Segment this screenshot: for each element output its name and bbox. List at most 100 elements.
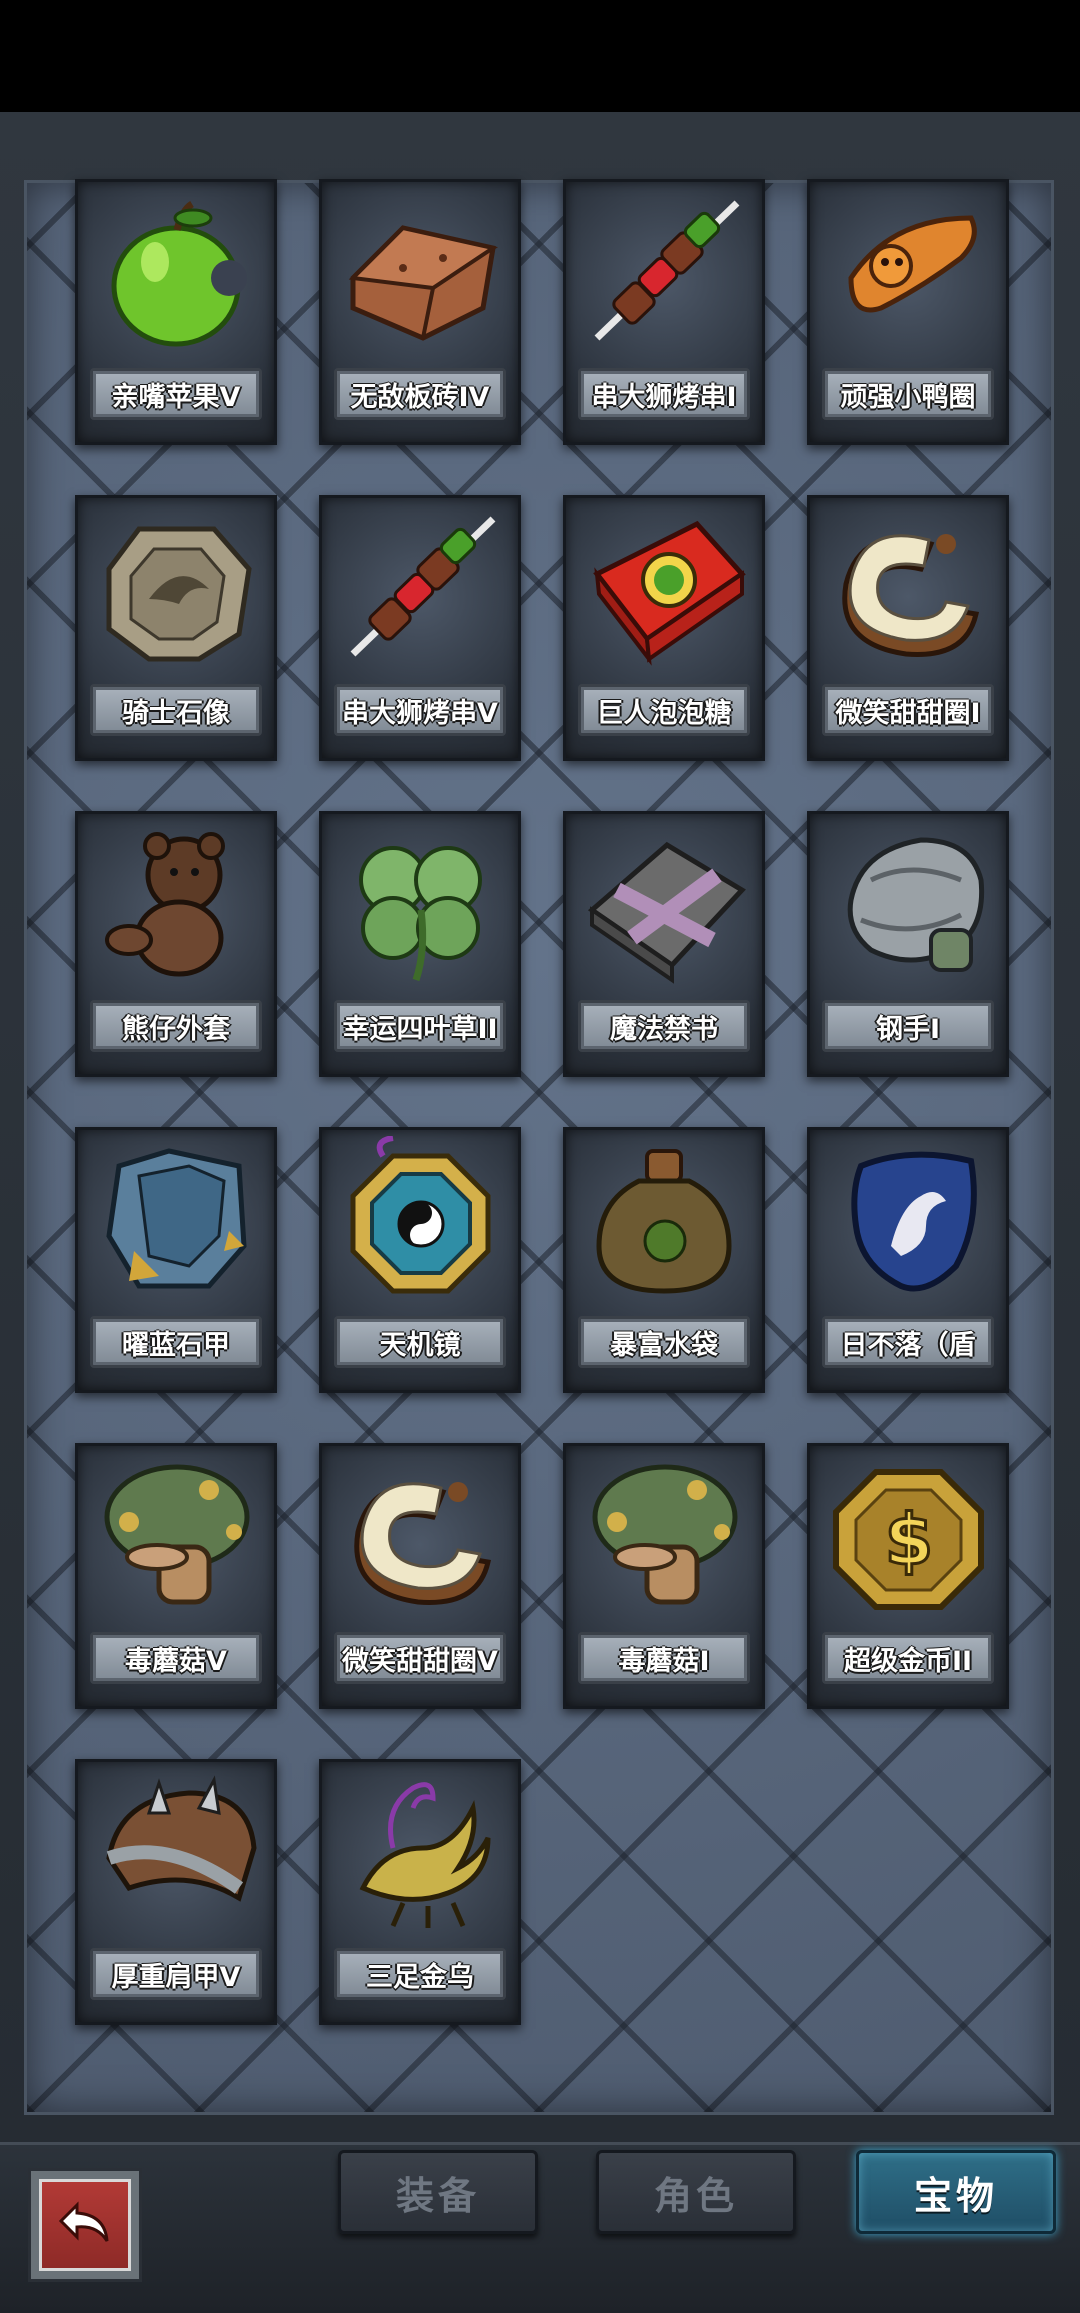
- item-card[interactable]: 串大狮烤串V: [319, 495, 521, 761]
- item-name-plate: 无敌板砖IV: [334, 368, 506, 420]
- item-name: 亲嘴苹果V: [111, 381, 241, 413]
- item-card[interactable]: 无敌板砖IV: [319, 179, 521, 445]
- shield-icon: [851, 1151, 977, 1292]
- steel-gauntlet-icon: [847, 837, 985, 972]
- item-name-plate: 串大狮烤串V: [334, 684, 506, 736]
- item-card[interactable]: 亲嘴苹果V: [75, 179, 277, 445]
- item-name: 微笑甜甜圈I: [835, 697, 981, 729]
- item-name: 日不落（盾: [840, 1329, 976, 1361]
- item-name-plate: 亲嘴苹果V: [90, 368, 262, 420]
- item-name: 厚重肩甲V: [111, 1961, 241, 1993]
- donut-icon: [354, 1482, 492, 1605]
- blue-armor-icon: [106, 1148, 247, 1289]
- item-card[interactable]: 厚重肩甲V: [75, 1759, 277, 2025]
- item-card[interactable]: 毒蘑菇V: [75, 1443, 277, 1709]
- item-name: 骑士石像: [122, 697, 230, 729]
- item-card[interactable]: 天机镜: [319, 1127, 521, 1393]
- item-card[interactable]: 串大狮烤串I: [563, 179, 765, 445]
- tab-label: 角色: [653, 2173, 738, 2218]
- item-card[interactable]: 毒蘑菇I: [563, 1443, 765, 1709]
- item-name: 毒蘑菇I: [618, 1645, 710, 1677]
- item-card[interactable]: $ 超级金币II: [807, 1443, 1009, 1709]
- svg-text:$: $: [885, 1499, 934, 1581]
- item-name: 毒蘑菇V: [125, 1645, 227, 1677]
- item-card[interactable]: 微笑甜甜圈I: [807, 495, 1009, 761]
- item-name: 微笑甜甜圈V: [342, 1645, 498, 1677]
- back-button[interactable]: [28, 2168, 142, 2282]
- item-name-plate: 曜蓝石甲: [90, 1316, 262, 1368]
- item-card[interactable]: 微笑甜甜圈V: [319, 1443, 521, 1709]
- poison-mushroom-icon: [104, 1464, 250, 1605]
- back-arrow-icon: [58, 2201, 109, 2242]
- item-card[interactable]: 巨人泡泡糖: [563, 495, 765, 761]
- item-name-plate: 毒蘑菇I: [578, 1632, 750, 1684]
- item-name: 串大狮烤串V: [342, 697, 498, 729]
- item-name-plate: 超级金币II: [822, 1632, 994, 1684]
- item-name: 超级金币II: [843, 1645, 973, 1677]
- item-card[interactable]: 暴富水袋: [563, 1127, 765, 1393]
- item-name-plate: 魔法禁书: [578, 1000, 750, 1052]
- water-pouch-icon: [596, 1149, 732, 1294]
- tab-character[interactable]: 角色: [596, 2150, 796, 2234]
- item-name: 曜蓝石甲: [122, 1329, 230, 1361]
- item-card[interactable]: 三足金乌: [319, 1759, 521, 2025]
- item-name-plate: 毒蘑菇V: [90, 1632, 262, 1684]
- tab-equipment[interactable]: 装备: [338, 2150, 538, 2234]
- teddy-bear-icon: [105, 832, 225, 977]
- tab-label: 宝物: [913, 2173, 998, 2218]
- kebab-icon: [594, 200, 740, 341]
- duck-ring-icon: [848, 215, 977, 313]
- item-card[interactable]: 曜蓝石甲: [75, 1127, 277, 1393]
- item-card[interactable]: 顽强小鸭圈: [807, 179, 1009, 445]
- item-name: 无敌板砖IV: [350, 381, 490, 413]
- item-name-plate: 钢手I: [822, 1000, 994, 1052]
- bubble-gum-box-icon: [593, 520, 746, 666]
- brick-icon: [348, 225, 499, 341]
- four-leaf-clover-icon: [359, 846, 482, 982]
- item-name-plate: 顽强小鸭圈: [822, 368, 994, 420]
- kebab-icon: [350, 516, 496, 657]
- donut-icon: [842, 534, 980, 657]
- item-name-plate: 幸运四叶草II: [334, 1000, 506, 1052]
- item-name-plate: 暴富水袋: [578, 1316, 750, 1368]
- item-name-plate: 串大狮烤串I: [578, 368, 750, 420]
- item-name-plate: 巨人泡泡糖: [578, 684, 750, 736]
- item-card[interactable]: 日不落（盾: [807, 1127, 1009, 1393]
- item-name-plate: 三足金乌: [334, 1948, 506, 2000]
- poison-mushroom-icon: [592, 1464, 738, 1605]
- knight-stone-tablet-icon: [106, 526, 252, 662]
- item-name: 巨人泡泡糖: [596, 697, 732, 729]
- item-card[interactable]: 钢手I: [807, 811, 1009, 1077]
- spiked-pauldron-icon: [106, 1775, 257, 1902]
- golden-crow-icon: [359, 1782, 491, 1928]
- item-name: 串大狮烤串I: [591, 381, 737, 413]
- treasure-grid-panel[interactable]: 亲嘴苹果V 无敌板砖IV 串大狮烤串I 顽强小鸭圈 骑士石像 串大狮烤串V 巨人…: [24, 179, 1054, 2115]
- green-apple-icon: [111, 200, 247, 347]
- item-name-plate: 骑士石像: [90, 684, 262, 736]
- back-button-face[interactable]: [39, 2179, 131, 2271]
- tab-label: 装备: [395, 2173, 480, 2218]
- item-card[interactable]: 幸运四叶草II: [319, 811, 521, 1077]
- item-name: 幸运四叶草II: [342, 1013, 498, 1045]
- bagua-mirror-icon: [350, 1136, 491, 1294]
- tab-treasure[interactable]: 宝物: [856, 2150, 1056, 2234]
- item-name-plate: 微笑甜甜圈I: [822, 684, 994, 736]
- item-name: 钢手I: [875, 1013, 941, 1045]
- item-name-plate: 微笑甜甜圈V: [334, 1632, 506, 1684]
- item-name-plate: 厚重肩甲V: [90, 1948, 262, 2000]
- status-bar: [0, 0, 1080, 112]
- item-card[interactable]: 魔法禁书: [563, 811, 765, 1077]
- item-name: 魔法禁书: [610, 1013, 718, 1045]
- gold-coin-icon: $: [833, 1469, 984, 1610]
- item-name-plate: 天机镜: [334, 1316, 506, 1368]
- item-name: 顽强小鸭圈: [840, 381, 976, 413]
- forbidden-book-icon: [587, 841, 746, 984]
- item-name: 熊仔外套: [122, 1013, 230, 1045]
- item-name-plate: 日不落（盾: [822, 1316, 994, 1368]
- item-name: 暴富水袋: [610, 1329, 718, 1361]
- item-card[interactable]: 骑士石像: [75, 495, 277, 761]
- item-name: 三足金乌: [366, 1961, 474, 1993]
- item-name: 天机镜: [379, 1329, 461, 1361]
- item-name-plate: 熊仔外套: [90, 1000, 262, 1052]
- item-card[interactable]: 熊仔外套: [75, 811, 277, 1077]
